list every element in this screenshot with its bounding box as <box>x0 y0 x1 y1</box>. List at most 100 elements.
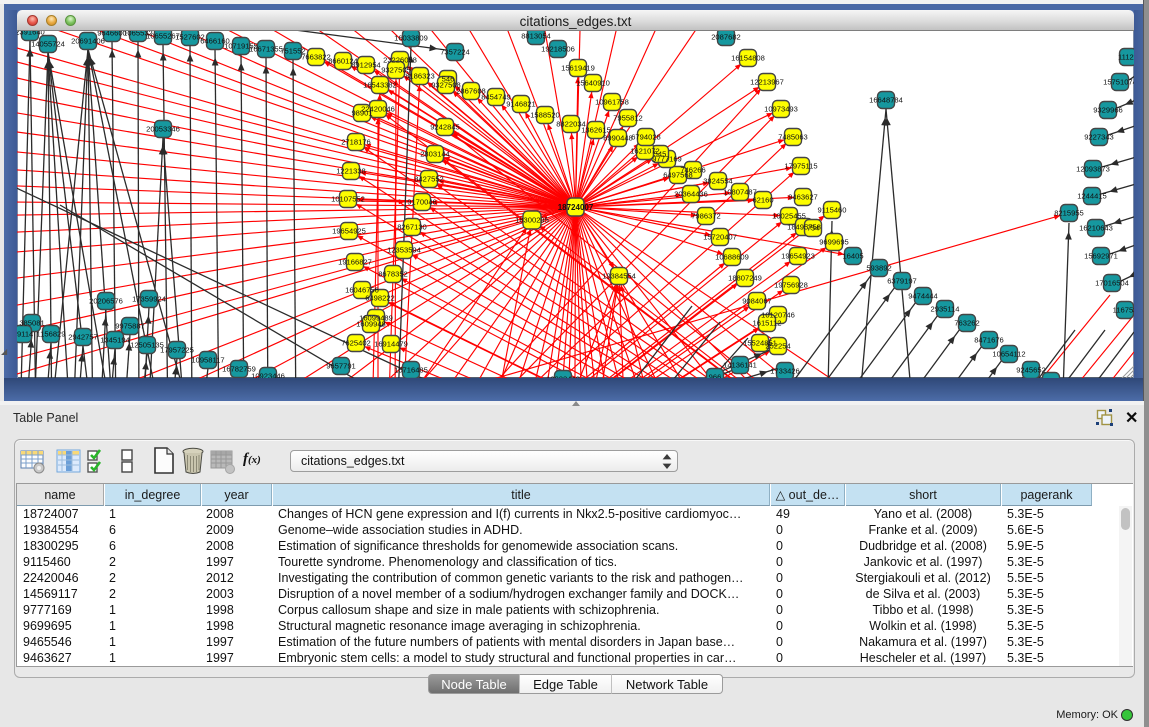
svg-text:9227343: 9227343 <box>1084 133 1114 142</box>
svg-text:1362615: 1362615 <box>581 126 611 135</box>
svg-text:9170046: 9170046 <box>407 198 437 207</box>
svg-text:944: 944 <box>1045 377 1058 379</box>
svg-text:7986372: 7986372 <box>691 212 721 221</box>
svg-text:9975887: 9975887 <box>115 322 145 331</box>
svg-text:10923446: 10923446 <box>251 372 285 379</box>
svg-text:9084067: 9084067 <box>742 297 772 306</box>
svg-text:15640910: 15640910 <box>576 79 610 88</box>
svg-text:385081: 385081 <box>19 319 44 328</box>
svg-text:1345194: 1345194 <box>100 336 130 345</box>
svg-text:16671355: 16671355 <box>249 45 283 54</box>
svg-text:15720407: 15720407 <box>703 233 737 242</box>
svg-text:62160: 62160 <box>752 196 773 205</box>
svg-text:15692971: 15692971 <box>1084 252 1118 261</box>
svg-text:8215955: 8215955 <box>1054 209 1084 218</box>
svg-text:16210643: 16210643 <box>1079 224 1113 233</box>
svg-text:763262: 763262 <box>954 319 979 328</box>
svg-text:19756928: 19756928 <box>774 281 808 290</box>
svg-text:16033809: 16033809 <box>394 34 428 43</box>
svg-text:9657791: 9657791 <box>326 362 356 371</box>
svg-text:2087682: 2087682 <box>711 33 741 42</box>
svg-text:6498222: 6498222 <box>365 294 395 303</box>
svg-text:1733426: 1733426 <box>770 367 800 376</box>
svg-text:1156829: 1156829 <box>37 330 66 339</box>
svg-text:9329966: 9329966 <box>1093 106 1123 115</box>
svg-text:10807487: 10807487 <box>723 188 757 197</box>
svg-text:754: 754 <box>807 224 820 233</box>
svg-text:10025455: 10025455 <box>772 212 806 221</box>
svg-text:7955812: 7955812 <box>613 114 643 123</box>
svg-text:17957225: 17957225 <box>160 346 194 355</box>
svg-text:18807249: 18807249 <box>728 274 762 283</box>
svg-text:20206576: 20206576 <box>89 297 123 306</box>
svg-text:2391640: 2391640 <box>17 31 45 37</box>
svg-text:23226058: 23226058 <box>383 56 417 65</box>
svg-text:9699695: 9699695 <box>819 238 849 247</box>
svg-text:10107552: 10107552 <box>331 195 365 204</box>
svg-text:16405: 16405 <box>842 252 863 261</box>
svg-text:12023448: 12023448 <box>546 375 580 379</box>
svg-text:17016504: 17016504 <box>1095 279 1129 288</box>
svg-text:16648784: 16648784 <box>869 96 903 105</box>
svg-text:8471676: 8471676 <box>974 336 1004 345</box>
svg-text:19218506: 19218506 <box>541 45 575 54</box>
svg-text:14055724: 14055724 <box>31 40 65 49</box>
svg-text:593892: 593892 <box>866 264 891 273</box>
svg-text:16154808: 16154808 <box>731 54 765 63</box>
svg-text:8186323: 8186323 <box>405 72 435 81</box>
svg-text:1621072: 1621072 <box>630 147 660 156</box>
svg-text:10654112: 10654112 <box>992 350 1025 359</box>
svg-text:16914479: 16914479 <box>374 340 408 349</box>
svg-text:7625402: 7625402 <box>341 339 371 348</box>
svg-text:3824554: 3824554 <box>703 177 733 186</box>
svg-text:2935114: 2935114 <box>931 305 960 314</box>
svg-text:9245652: 9245652 <box>1016 366 1046 375</box>
svg-text:15716485: 15716485 <box>394 366 428 375</box>
svg-text:9242845: 9242845 <box>430 123 460 132</box>
svg-text:1609948: 1609948 <box>356 320 386 329</box>
svg-text:6379197: 6379197 <box>887 277 917 286</box>
svg-text:7357224: 7357224 <box>440 48 470 57</box>
svg-text:39114: 39114 <box>17 330 33 339</box>
svg-text:20053346: 20053346 <box>146 125 180 134</box>
svg-text:20691406: 20691406 <box>71 37 105 46</box>
svg-text:11123: 11123 <box>1118 53 1134 62</box>
svg-text:17975115: 17975115 <box>784 162 817 171</box>
svg-text:1221338: 1221338 <box>336 167 366 176</box>
svg-text:17359924: 17359924 <box>132 295 166 304</box>
svg-text:10688609: 10688609 <box>715 253 749 262</box>
svg-text:2718176: 2718176 <box>341 138 371 147</box>
svg-text:18300295: 18300295 <box>515 216 549 225</box>
svg-text:9474444: 9474444 <box>908 292 938 301</box>
svg-text:10958117: 10958117 <box>191 356 224 365</box>
svg-text:10973493: 10973493 <box>764 105 798 114</box>
svg-text:19166827: 19166827 <box>338 258 372 267</box>
svg-text:98901: 98901 <box>351 109 372 118</box>
svg-text:12353594: 12353594 <box>387 246 421 255</box>
svg-text:15751074: 15751074 <box>1103 78 1134 87</box>
svg-text:6794028: 6794028 <box>631 133 661 142</box>
svg-text:116753: 116753 <box>1113 306 1134 315</box>
svg-text:8990448: 8990448 <box>603 134 633 143</box>
svg-text:19654923: 19654923 <box>781 252 815 261</box>
svg-text:1615112: 1615112 <box>753 319 782 328</box>
svg-text:8267130: 8267130 <box>397 223 427 232</box>
svg-text:19384554: 19384554 <box>602 272 636 281</box>
svg-text:12093873: 12093873 <box>1076 165 1110 174</box>
svg-text:2942757: 2942757 <box>68 333 98 342</box>
svg-text:14136141: 14136141 <box>723 361 757 370</box>
svg-text:12505135: 12505135 <box>130 341 164 350</box>
svg-text:9115460: 9115460 <box>818 206 847 215</box>
svg-text:1588520: 1588520 <box>530 111 560 120</box>
svg-text:18724007: 18724007 <box>558 203 594 212</box>
svg-text:19654925: 19654925 <box>332 227 366 236</box>
svg-text:8813054: 8813054 <box>521 32 551 41</box>
svg-text:7663822: 7663822 <box>301 53 331 62</box>
svg-text:10961758: 10961758 <box>595 98 629 107</box>
svg-text:966: 966 <box>709 373 722 379</box>
svg-text:7485063: 7485063 <box>778 133 808 142</box>
svg-text:6497568: 6497568 <box>663 171 693 180</box>
svg-text:20364436: 20364436 <box>674 190 708 199</box>
svg-text:15619419: 15619419 <box>561 64 595 73</box>
svg-text:16543382: 16543382 <box>363 81 397 90</box>
